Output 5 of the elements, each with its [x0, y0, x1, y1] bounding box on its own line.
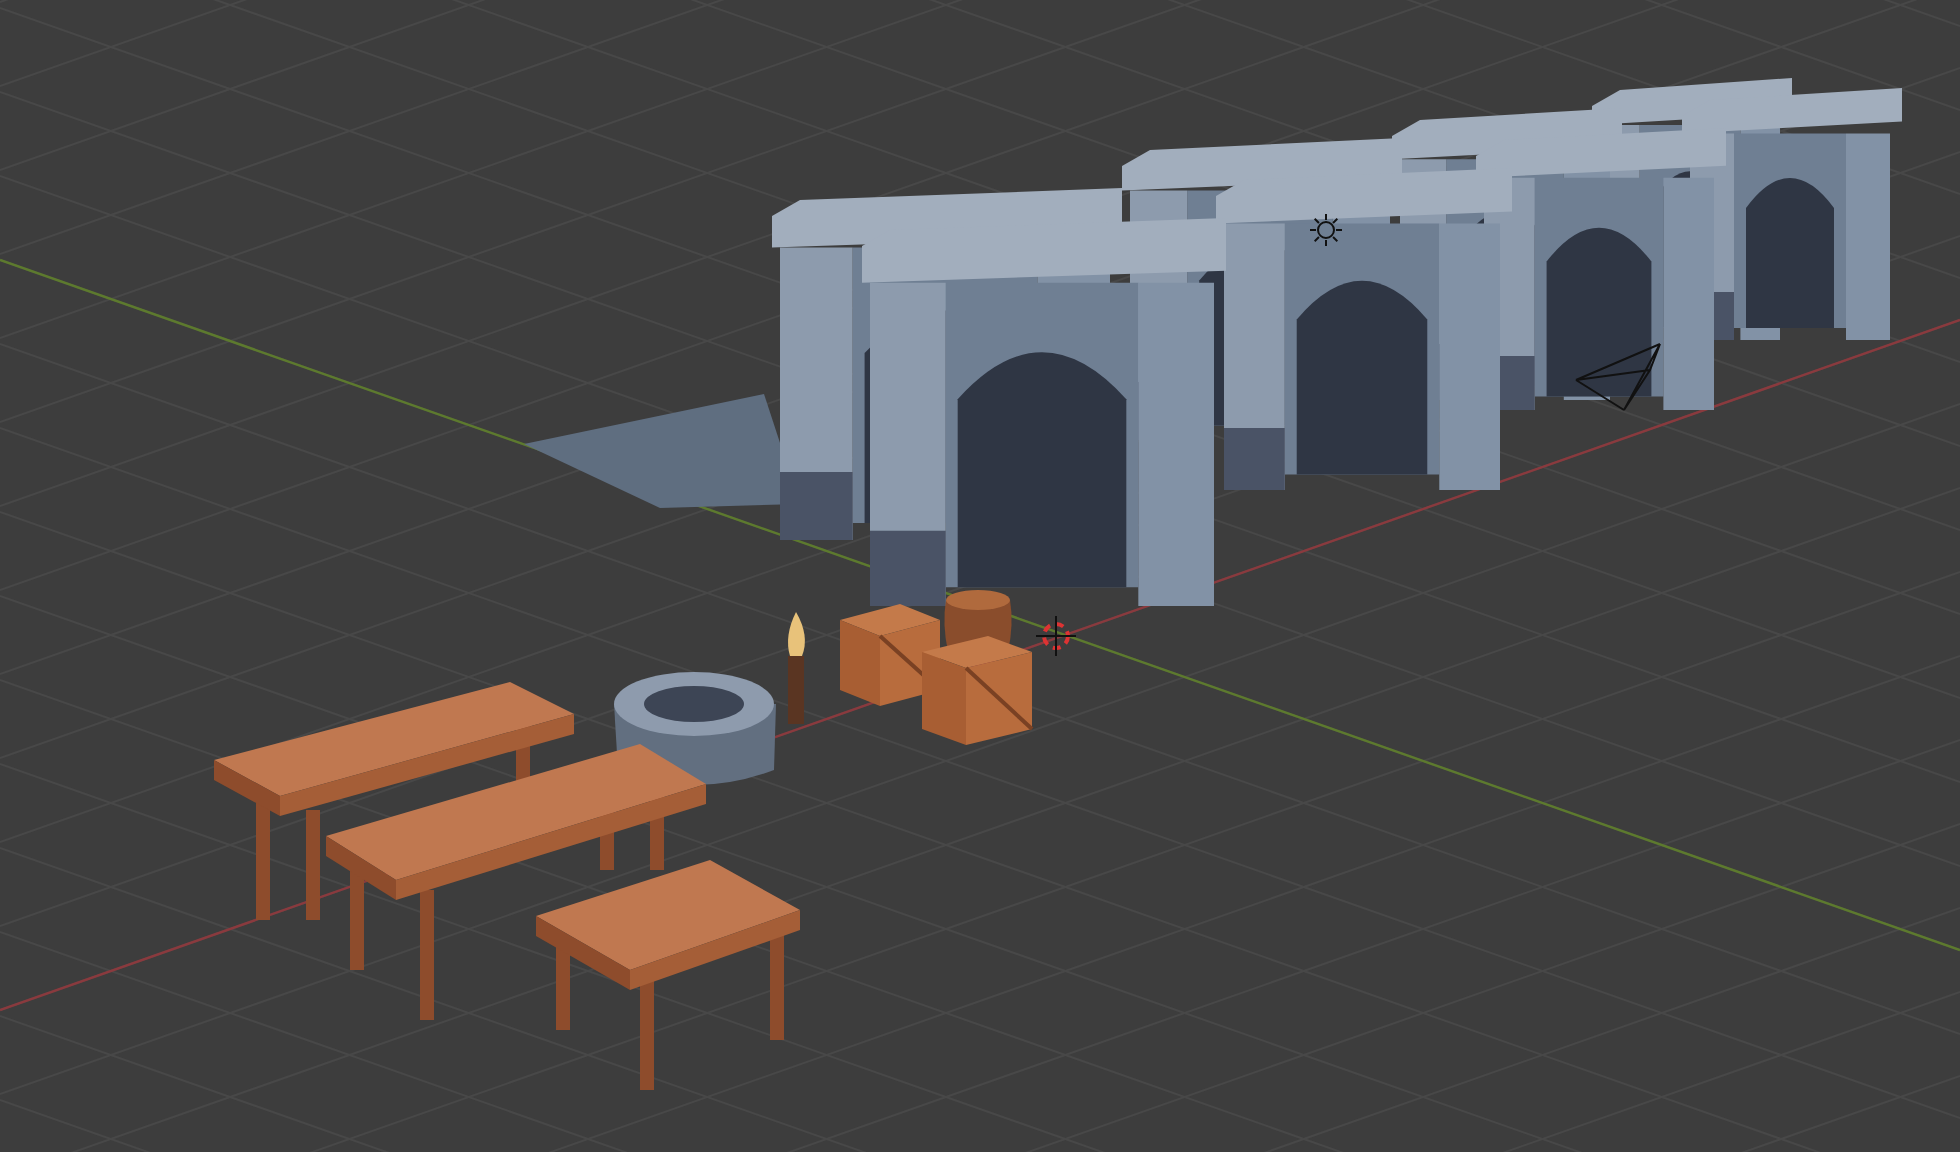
camera-icon [1575, 343, 1661, 411]
light-icon [1309, 213, 1343, 247]
wooden-crate-drawing [922, 636, 1034, 745]
torch-drawing [788, 612, 805, 724]
cursor-icon [1035, 615, 1077, 657]
